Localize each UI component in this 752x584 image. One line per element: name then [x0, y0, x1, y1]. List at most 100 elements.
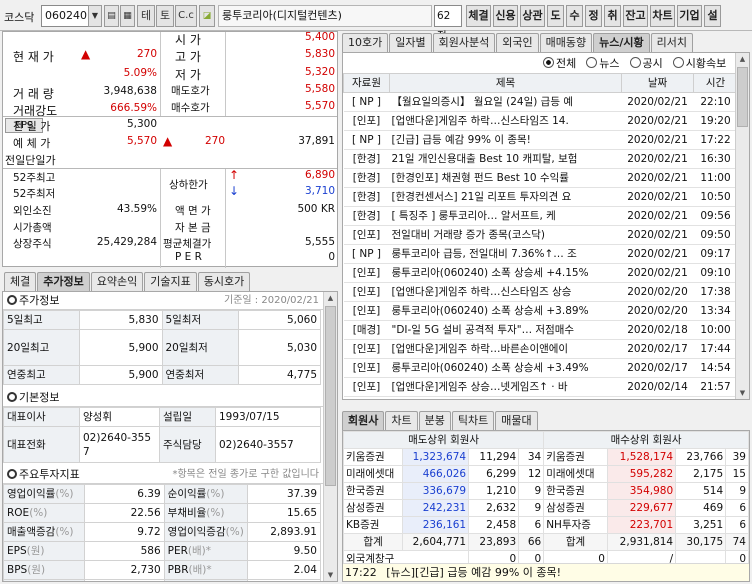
- news-row[interactable]: [매경] "DI-일 5G 설비 공격적 투자"… 저점매수 2020/02/18 1…: [343, 320, 738, 340]
- buy-broker-name: 미래에셋대: [543, 465, 608, 483]
- news-row[interactable]: [ NP ] [긴급] 급등 예감 99% 이 종목! 2020/02/21 17:2…: [343, 130, 738, 150]
- radio-icon[interactable]: [629, 57, 641, 68]
- news-column-header[interactable]: 제목: [389, 73, 622, 93]
- news-title: 전일대비 거래량 증가 종목(코스닥): [389, 225, 622, 245]
- calculator-icon[interactable]: ▦: [120, 5, 135, 27]
- toolbar-button-0[interactable]: 체결: [466, 5, 491, 27]
- broker-tab-4[interactable]: 매물대: [495, 411, 538, 430]
- toolbar-button-2[interactable]: 상관: [520, 5, 545, 27]
- toolbar-button-5[interactable]: 정: [585, 5, 602, 27]
- news-title: 【월요일의증시】 월요일 (24일) 급등 예: [389, 92, 622, 112]
- news-column-header[interactable]: 자료원: [343, 73, 390, 93]
- left-tab-4[interactable]: 동시호가: [197, 272, 251, 291]
- news-row[interactable]: [인포] 룽투코리아(060240) 소폭 상승세 +3.49% 2020/02/1…: [343, 358, 738, 378]
- news-row[interactable]: [인포] [업앤다운]게임주 하락…신스타임즈 상승 2020/02/20 17:38: [343, 282, 738, 302]
- news-row[interactable]: [인포] [업앤다운]게임주 상승…넷게임즈↑ · 바 2020/02/14 21:5…: [343, 377, 738, 397]
- limit-label: 상하한가: [169, 179, 208, 191]
- broker-tab-2[interactable]: 분봉: [418, 411, 451, 430]
- high-label: 고 가: [175, 50, 201, 64]
- toolbar-button-9[interactable]: 기업: [677, 5, 702, 27]
- cc-button[interactable]: C.c: [175, 5, 197, 27]
- info-scrollbar[interactable]: ▲ ▼: [323, 292, 337, 581]
- search-icon[interactable]: ▤: [104, 5, 119, 27]
- toolbar-button-10[interactable]: 설: [704, 5, 721, 27]
- right-tab-0[interactable]: 10호가: [342, 33, 389, 52]
- broker-row[interactable]: 삼성증권 242,231 2,632 9 삼성증권 229,677 469 6: [343, 499, 749, 517]
- market-label: 코스닥: [4, 11, 35, 24]
- news-row[interactable]: [ NP ] 룽투코리아 급등, 전일대비 7.36%↑… 조 2020/02/21…: [343, 244, 738, 264]
- left-tab-1[interactable]: 추가정보: [37, 272, 90, 291]
- right-tab-5[interactable]: 뉴스/시황: [593, 33, 650, 52]
- toolbar-button-7[interactable]: 잔고: [623, 5, 648, 27]
- news-source: [매경]: [343, 320, 390, 340]
- news-row[interactable]: [인포] [업앤다운]게임주 하락…바른손이앤에이 2020/02/17 17:44: [343, 339, 738, 359]
- news-row[interactable]: [매경]네오위즈, 40 호실적…국내·해외 매출2020/02/1016:44: [343, 396, 738, 399]
- buy-volume: 229,677: [606, 499, 677, 517]
- news-title: [업앤다운]게임주 하락…바른손이앤에이: [389, 339, 622, 359]
- news-filter-option-0[interactable]: 전체: [543, 55, 576, 73]
- phone-label: 대표전화: [3, 426, 80, 463]
- stock-code-input[interactable]: 060240: [41, 5, 89, 27]
- news-row[interactable]: [인포] 전일대비 거래량 증가 종목(코스닥) 2020/02/21 09:50: [343, 225, 738, 245]
- right-tab-4[interactable]: 매매동향: [539, 33, 593, 52]
- news-date: 2020/02/21: [621, 130, 694, 150]
- news-column-header[interactable]: 시간: [693, 73, 738, 93]
- buy-pct: 6: [725, 516, 749, 534]
- news-row[interactable]: [인포] 룽투코리아(060240) 소폭 상승세 +3.89% 2020/02/2…: [343, 301, 738, 321]
- news-row[interactable]: [한경][ 특징주 ] 룽투코리아… 알서프트, 케 2020/02/21 09:5…: [343, 206, 738, 226]
- news-filter-option-1[interactable]: 뉴스: [586, 55, 620, 73]
- memo-icon[interactable]: ◪: [199, 5, 215, 27]
- news-time: 19:20: [693, 111, 738, 131]
- news-row[interactable]: [한경] [한경인포] 채권형 펀드 Best 10 수익률 2020/02/21 1…: [343, 168, 738, 188]
- broker-tab-0[interactable]: 회원사: [342, 411, 385, 430]
- news-column-header[interactable]: 날짜: [621, 73, 694, 93]
- toolbar-button-6[interactable]: 취: [604, 5, 621, 27]
- radio-icon[interactable]: [672, 57, 684, 68]
- code-dropdown-icon[interactable]: ▼: [88, 5, 102, 27]
- news-source: [ NP ]: [343, 92, 390, 112]
- toolbar-button-1[interactable]: 신용: [493, 5, 518, 27]
- broker-row[interactable]: 미래에셋대 466,026 6,299 12 미래에셋대 595,282 2,175 15: [343, 465, 749, 483]
- sell-pct: 6: [518, 516, 545, 534]
- to-button[interactable]: 토: [156, 5, 174, 27]
- radio-icon[interactable]: [586, 57, 598, 68]
- news-scrollbar[interactable]: ▲ ▼: [735, 53, 749, 399]
- right-tab-3[interactable]: 외국인: [496, 33, 539, 52]
- broker-row[interactable]: 한국증권 336,679 1,210 9 한국증권 354,980 514 9: [343, 482, 749, 500]
- toolbar: 코스닥 060240 ▼ ▤ ▦ 테 토 C.c ◪ 룽투코리아(디지털컨텐츠)…: [0, 0, 752, 42]
- broker-row[interactable]: 키움증권 1,323,674 11,294 34 키움증권 1,528,174 23,766…: [343, 448, 749, 466]
- right-tab-2[interactable]: 회원사분석: [432, 33, 496, 52]
- capital-label: 자 본 금: [175, 222, 211, 234]
- left-tab-0[interactable]: 체결: [4, 272, 37, 291]
- ask-value: 5,580: [304, 83, 335, 95]
- news-row[interactable]: [인포] 룽투코리아(060240) 소폭 상승세 +4.15% 2020/02/2…: [343, 263, 738, 283]
- foreign-value: 43.59%: [116, 203, 157, 215]
- news-row[interactable]: [ NP ] 【월요일의증시】 월요일 (24일) 급등 예 2020/02/21 2…: [343, 92, 738, 112]
- right-tab-1[interactable]: 일자별: [389, 33, 432, 52]
- left-tab-3[interactable]: 기술지표: [144, 272, 197, 291]
- broker-row[interactable]: KB증권 236,161 2,458 6 NH투자증 223,701 3,251 6: [343, 516, 749, 534]
- te-button[interactable]: 테: [137, 5, 155, 27]
- buy-broker-name: 삼성증권: [543, 499, 608, 517]
- sell-pct: 9: [518, 482, 545, 500]
- toolbar-button-3[interactable]: 도: [547, 5, 564, 27]
- toolbar-button-4[interactable]: 수: [566, 5, 583, 27]
- radio-icon[interactable]: [543, 57, 554, 68]
- left-tab-2[interactable]: 요약손익: [90, 272, 144, 291]
- right-tab-6[interactable]: 리서치: [650, 33, 693, 52]
- news-row[interactable]: [인포] [업앤다운]게임주 하락…신스타임즈 14. 2020/02/21 19:2…: [343, 111, 738, 131]
- toolbar-button-8[interactable]: 차트: [650, 5, 675, 27]
- stock-info-label: 20일최고: [3, 329, 80, 366]
- broker-tab-1[interactable]: 차트: [385, 411, 418, 430]
- buy-broker-name: NH투자증: [543, 516, 608, 534]
- news-source: [한경]: [343, 187, 390, 207]
- news-row[interactable]: [한경] 21일 개인신용대출 Best 10 캐피탈, 보험 2020/02/21…: [343, 149, 738, 169]
- invest-label: 매출액증감(%): [3, 522, 85, 542]
- news-row[interactable]: [한경] [한경컨센서스] 21일 리포트 투자의견 요 2020/02/21 10:…: [343, 187, 738, 207]
- news-time: 10:00: [693, 320, 738, 340]
- broker-tab-3[interactable]: 틱차트: [451, 411, 495, 430]
- news-filter-option-3[interactable]: 시황속보: [672, 55, 726, 73]
- sell-volume: 236,161: [402, 516, 470, 534]
- news-ticker[interactable]: 17:22 [뉴스][긴급] 급등 예감 99% 이 종목!: [343, 563, 749, 581]
- news-filter-option-2[interactable]: 공시: [629, 55, 663, 73]
